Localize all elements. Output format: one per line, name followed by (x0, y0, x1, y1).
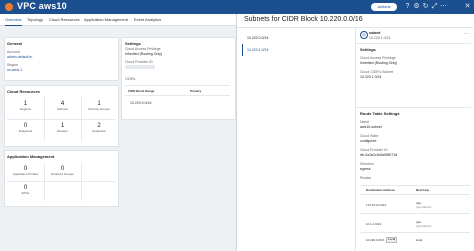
security-groups-count[interactable]: 1 Security Groups (81, 101, 117, 111)
routes-label: Routes (360, 176, 372, 180)
cidr-column-header: CIDR Block Range (128, 89, 155, 93)
detail-settings-heading: Settings (360, 47, 376, 52)
detail-access-value: Inherited (Routing Only) (360, 61, 398, 65)
region-link[interactable]: us-west-1 (7, 68, 22, 72)
cidrs-label: CIDRs (125, 77, 136, 81)
divider (81, 163, 82, 201)
application-profiles-count[interactable]: 0 Application Profiles (7, 166, 44, 176)
route-name-value: aws10-subnet (360, 125, 382, 129)
divider (360, 194, 470, 195)
route-name-label: Name (360, 120, 370, 124)
cidr-row-link[interactable]: 10.220.0.0/16 (130, 101, 151, 105)
subnet-cidr: 10.220.1.0/24 (369, 36, 391, 40)
account-link[interactable]: admin-default-tn (7, 55, 32, 59)
divider (360, 213, 470, 214)
primary-column-header: Primary (190, 89, 202, 93)
endpoints-2-count[interactable]: 2 Endpoints (81, 123, 117, 133)
page-title: VPC aws10 (17, 1, 67, 11)
route-next-hop-detail: tgw-0a1b2c (416, 224, 432, 228)
drawer-title: Subnets for CIDR Block 10.220.0.0/16 (244, 16, 363, 23)
endpoints-count[interactable]: 0 Endpoints (7, 123, 44, 133)
access-label: Cloud Access Privilege (125, 47, 161, 51)
direction-label: Direction (360, 162, 374, 166)
detail-access-label: Cloud Access Privilege (360, 56, 396, 60)
regions-count[interactable]: 1 Regions (7, 101, 44, 111)
route-table-heading: Route Table Settings (360, 111, 400, 116)
provider-id-label: Cloud Provider ID (125, 60, 153, 64)
subnet-list-item-selected[interactable]: 10.220.1.0/24 (247, 48, 268, 52)
divider (360, 232, 470, 233)
help-icon[interactable]: ? (404, 3, 411, 10)
cloud-state-value: configured (360, 139, 377, 143)
route-next-hop-detail: tgw-0a1b2c (416, 205, 432, 209)
cloud-resources-panel (4, 85, 119, 147)
local-route-badge: Local (386, 237, 398, 243)
divider (125, 95, 230, 96)
divider (360, 185, 470, 186)
cloud-resources-heading: Cloud Resources (7, 89, 40, 94)
epgs-count[interactable]: 0 EPGs (7, 185, 44, 195)
actions-button[interactable]: Actions (371, 3, 397, 11)
routers-count[interactable]: 1 Routers (44, 123, 81, 133)
tab-application-management[interactable]: Application Management (84, 14, 128, 25)
region-label: Region (7, 63, 19, 67)
divider (7, 119, 115, 120)
route-provider-id-label: Cloud Provider ID (360, 148, 388, 152)
destination-column-header: Destination Address (366, 188, 396, 192)
detail-subnet-value: 10.220.1.0/24 (360, 75, 382, 79)
route-next-hop: local (416, 238, 423, 242)
tab-event-analytics[interactable]: Event Analytics (134, 14, 161, 25)
selected-indicator (242, 44, 243, 56)
subnets-count[interactable]: 4 Subnets (44, 101, 81, 111)
divider (356, 107, 471, 108)
subnet-list-item[interactable]: 10.220.0.0/24 (247, 36, 268, 40)
settings-heading: Settings (125, 41, 141, 46)
direction-value: egress (360, 167, 371, 171)
tab-cloud-resources[interactable]: Cloud Resources (49, 14, 80, 25)
divider (356, 43, 471, 44)
gear-icon[interactable]: ⚙ (413, 3, 420, 10)
tab-overview[interactable]: Overview (5, 14, 22, 26)
route-provider-id-value: rtb-0a1b2c3d4e5f60718 (360, 153, 398, 157)
account-label: Account (7, 50, 20, 54)
expand-icon[interactable]: ⤢ (431, 3, 438, 10)
general-heading: General (7, 41, 22, 46)
route-destination: 172.16.10.0/24 (366, 203, 387, 207)
access-value: Inherited (Routing Only) (125, 52, 163, 56)
more-icon[interactable]: ⋯ (440, 3, 447, 10)
more-options-icon[interactable]: ⋯ (464, 31, 469, 37)
route-destination: 10.1.1.0/24 (366, 222, 382, 226)
endpoint-groups-count[interactable]: 0 Endpoint Groups (44, 166, 81, 176)
cloud-state-label: Cloud State (360, 134, 379, 138)
application-management-heading: Application Management (7, 154, 55, 159)
detail-subnet-label: Cloud CIDR's Subnet (360, 70, 394, 74)
top-bar: VPC aws10 Actions ? ⚙ ↻ ⤢ ⋯ ✕ (0, 0, 474, 14)
divider (7, 181, 115, 182)
divider (125, 85, 230, 86)
subnet-name: subnet (369, 31, 381, 35)
tab-topology[interactable]: Topology (27, 14, 43, 25)
close-icon[interactable]: ✕ (464, 3, 471, 10)
next-hop-column-header: Next Hop (416, 188, 430, 192)
route-destination: 10.220.0.0/16 (366, 238, 385, 242)
refresh-icon[interactable]: ↻ (422, 3, 429, 10)
provider-id-redacted (125, 65, 155, 69)
subnet-icon: ◎ (360, 31, 368, 39)
logo-icon (5, 3, 13, 11)
